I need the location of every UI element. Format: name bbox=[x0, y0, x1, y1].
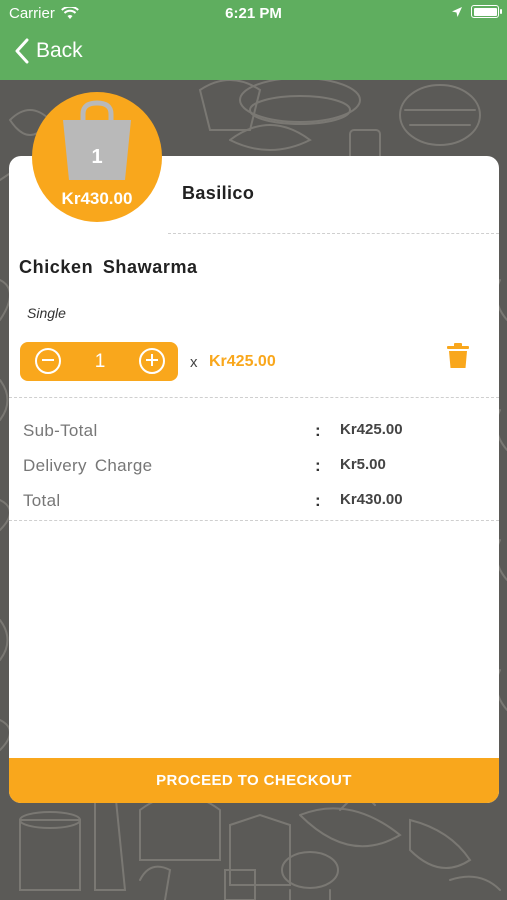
summary-row-total: Total : Kr430.00 bbox=[23, 491, 493, 515]
quantity-stepper: 1 bbox=[20, 342, 178, 381]
summary-value: Kr425.00 bbox=[340, 421, 403, 438]
decrease-quantity-button[interactable] bbox=[35, 348, 61, 374]
item-variant: Single bbox=[27, 305, 66, 321]
battery-icon bbox=[471, 5, 502, 18]
navigation-bar: Carrier 6:21 PM Back bbox=[0, 0, 507, 80]
summary-colon: : bbox=[315, 421, 321, 440]
summary-colon: : bbox=[315, 456, 321, 475]
summary-value: Kr5.00 bbox=[340, 456, 386, 473]
status-bar: Carrier 6:21 PM bbox=[0, 0, 507, 28]
item-name: Chicken Shawarma bbox=[19, 257, 198, 277]
cart-badge: 1 Kr430.00 bbox=[32, 92, 162, 222]
back-button[interactable]: Back bbox=[14, 38, 83, 64]
summary-value: Kr430.00 bbox=[340, 491, 403, 508]
increase-quantity-button[interactable] bbox=[139, 348, 165, 374]
status-right bbox=[451, 5, 502, 18]
cart-card: Basilico Chicken Shawarma Single 1 x Kr4… bbox=[9, 156, 499, 803]
summary-colon: : bbox=[315, 491, 321, 510]
cart-total: Kr430.00 bbox=[61, 189, 133, 208]
back-label: Back bbox=[36, 39, 83, 62]
proceed-to-checkout-button[interactable]: PROCEED TO CHECKOUT bbox=[9, 758, 499, 803]
summary-label: Total bbox=[23, 491, 61, 510]
unit-price: Kr425.00 bbox=[209, 353, 276, 370]
divider bbox=[168, 233, 499, 234]
shopping-bag-icon bbox=[63, 100, 131, 180]
multiply-sign: x bbox=[190, 354, 198, 371]
status-time: 6:21 PM bbox=[225, 5, 282, 22]
cart-item-count: 1 bbox=[91, 146, 103, 168]
location-arrow-icon bbox=[452, 6, 462, 17]
summary-row-delivery: Delivery Charge : Kr5.00 bbox=[23, 456, 493, 480]
summary-label: Delivery Charge bbox=[23, 456, 153, 475]
divider bbox=[9, 397, 499, 398]
divider bbox=[9, 520, 499, 521]
restaurant-name: Basilico bbox=[182, 183, 255, 203]
summary-row-subtotal: Sub-Total : Kr425.00 bbox=[23, 421, 493, 445]
chevron-left-icon bbox=[15, 38, 29, 64]
summary-label: Sub-Total bbox=[23, 421, 98, 440]
quantity-value: 1 bbox=[94, 351, 106, 372]
trash-icon[interactable] bbox=[447, 343, 469, 369]
